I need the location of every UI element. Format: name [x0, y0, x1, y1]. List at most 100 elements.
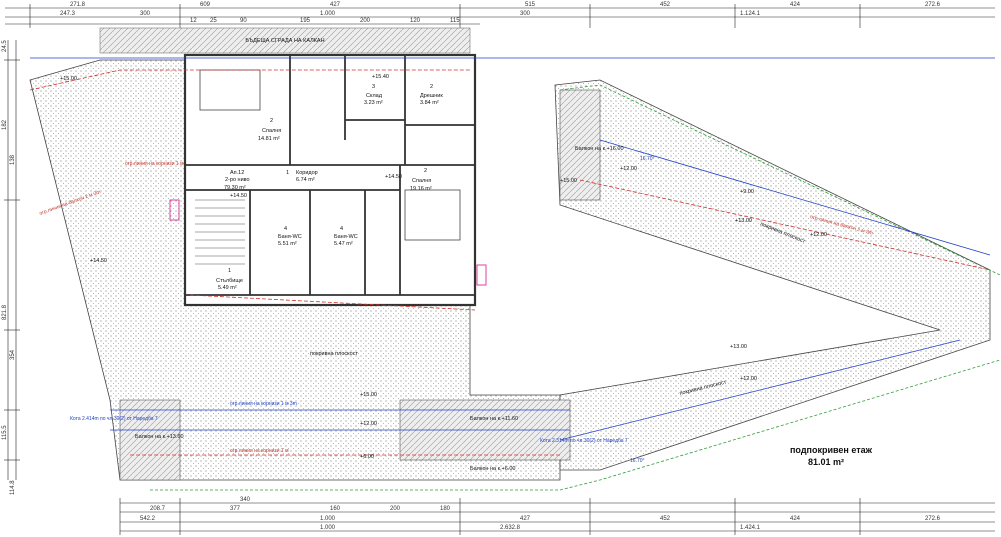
bottom-dim-r1-1: 208.7	[150, 506, 166, 512]
top-dim-4: 515	[525, 2, 536, 8]
left-dim-7: 114.8	[10, 480, 16, 495]
red-note-2: огр.линия на корнизи 1 м	[125, 161, 184, 167]
svg-text:Стълбище: Стълбище	[216, 278, 243, 284]
top-dim-6: 424	[790, 2, 801, 8]
top-dim-r3-2: 25	[210, 18, 217, 24]
bottom-dim-r1-5: 200	[390, 506, 401, 512]
svg-text:1: 1	[228, 268, 231, 274]
level-marker-8: +12.00	[810, 232, 827, 238]
svg-text:79.30 m²: 79.30 m²	[224, 185, 246, 191]
bottom-dim-r1-6: 180	[440, 506, 451, 512]
svg-text:3.84 m²: 3.84 m²	[420, 100, 439, 106]
top-dim-3: 427	[330, 2, 341, 8]
svg-text:Коридор: Коридор	[296, 170, 318, 176]
floor-area: 81.01 m²	[808, 457, 844, 467]
left-dimension-lines	[4, 40, 20, 480]
svg-text:4: 4	[340, 226, 343, 232]
floor-plan-drawing: БЪДЕЩА СГРАДА НА КАЛКАН 271.8 609 427 51…	[2, 2, 1001, 535]
svg-text:+14.50: +14.50	[230, 193, 247, 199]
svg-text:3: 3	[372, 84, 375, 90]
bottom-dim-r2-1: 542.2	[140, 516, 156, 522]
top-dim-r3-7: 115	[450, 18, 460, 24]
top-dim-r3-5: 200	[360, 18, 371, 24]
level-marker-14: +14.50	[90, 258, 107, 264]
svg-text:Спалня: Спалня	[412, 178, 431, 184]
bottom-dim-r2-2: 1.000	[320, 516, 336, 522]
blue-note-2: Кота 2.314m по чл.30(2) от Наредба 7	[540, 438, 628, 444]
level-marker-10: +12.00	[740, 376, 757, 382]
top-dimension-lines	[5, 4, 995, 28]
bottom-dimension-lines	[119, 498, 995, 535]
level-marker-5: +12.00	[620, 166, 637, 172]
level-marker-9: +13.00	[730, 344, 747, 350]
svg-text:5.51 m²: 5.51 m²	[278, 241, 297, 247]
level-marker-12: +12.00	[360, 421, 377, 427]
svg-text:Ап.12: Ап.12	[230, 170, 244, 176]
svg-text:Спалня: Спалня	[262, 128, 281, 134]
svg-text:1: 1	[286, 170, 289, 176]
left-dim-1: 24.5	[2, 40, 8, 52]
bottom-dim-r3-1: 1.000	[320, 525, 336, 531]
top-dim-r2-5: 1.124.1	[740, 11, 761, 17]
svg-text:2-ро ниво: 2-ро ниво	[225, 177, 250, 183]
svg-text:Баня-WC: Баня-WC	[278, 234, 302, 240]
level-marker-11: +15.00	[360, 392, 377, 398]
bottom-dim-r2-4: 452	[660, 516, 671, 522]
svg-text:5.47 m²: 5.47 m²	[334, 241, 353, 247]
svg-text:5.49 m²: 5.49 m²	[218, 285, 237, 291]
level-marker-7: +13.00	[735, 218, 752, 224]
svg-text:19.16 m²: 19.16 m²	[410, 186, 432, 192]
top-dim-r2-3: 1.000	[320, 11, 336, 17]
bottom-dim-r2-5: 424	[790, 516, 801, 522]
level-marker-13: +6.00	[360, 454, 374, 460]
top-dim-r2-1: 247.3	[60, 11, 76, 17]
svg-text:2: 2	[270, 118, 273, 124]
bottom-dim-r1-2: 340	[240, 497, 251, 503]
level-marker-4: +15.00	[560, 178, 577, 184]
balcony-label-4: Балкон на к.+13.60	[135, 434, 184, 440]
svg-text:4: 4	[284, 226, 287, 232]
angle-label-1: 16.70°	[640, 156, 655, 162]
top-dim-5: 452	[660, 2, 671, 8]
top-dim-r2-4: 300	[520, 11, 531, 17]
top-dim-r3-1: 12	[190, 18, 197, 24]
left-dim-4: 821.8	[2, 304, 8, 320]
svg-text:Баня-WC: Баня-WC	[334, 234, 358, 240]
left-dim-5: 354	[10, 349, 16, 360]
bottom-dim-r2-6: 272.6	[925, 516, 941, 522]
svg-text:2: 2	[424, 168, 427, 174]
floor-title: подпокривен етаж	[790, 445, 873, 455]
svg-text:Дрешник: Дрешник	[420, 93, 443, 99]
bottom-dim-r3-2: 2.632.8	[500, 525, 521, 531]
top-dim-7: 272.6	[925, 2, 941, 8]
level-marker-1: +15.00	[60, 76, 77, 82]
red-note-4: огр.линия на корнизи 1 м	[230, 448, 289, 454]
balcony-label-2: Балкон на к.+11.60	[470, 416, 518, 422]
left-dim-6: 115.5	[2, 425, 8, 440]
left-dim-3: 138	[10, 154, 16, 165]
level-marker-6: +9.00	[740, 189, 754, 195]
blue-note-3: огр.линия на корнизи 1 м 3m	[230, 401, 297, 407]
svg-text:14.81 m²: 14.81 m²	[258, 136, 280, 142]
balcony-label-3: Балкон на к.+6.00	[470, 466, 515, 472]
left-dim-2: 182	[2, 119, 8, 130]
top-dim-r3-6: 120	[410, 18, 421, 24]
top-dim-r2-2: 300	[140, 11, 151, 17]
top-dim-r3-4: 195	[300, 18, 311, 24]
bottom-dim-r3-3: 1.424.1	[740, 525, 761, 531]
svg-text:2: 2	[430, 84, 433, 90]
bottom-dim-r1-4: 160	[330, 506, 341, 512]
level-marker-2: +15.40	[372, 74, 389, 80]
blue-note-1: Кота 2.414m по чл.30(2) от Наредба 7	[70, 416, 158, 422]
svg-text:6.74 m²: 6.74 m²	[296, 177, 315, 183]
pink-marker	[476, 264, 487, 286]
top-dim-1: 271.8	[70, 2, 86, 8]
svg-text:Склад: Склад	[366, 93, 383, 99]
angle-label-2: 16.70°	[630, 458, 645, 464]
top-dim-r3-3: 90	[240, 18, 247, 24]
top-dim-2: 609	[200, 2, 211, 8]
svg-text:3.23 m²: 3.23 m²	[364, 100, 383, 106]
roof-area-right-wing	[554, 79, 991, 471]
roof-label-1: покривна плоскост	[310, 351, 358, 357]
neighbor-building-label: БЪДЕЩА СГРАДА НА КАЛКАН	[245, 38, 324, 44]
